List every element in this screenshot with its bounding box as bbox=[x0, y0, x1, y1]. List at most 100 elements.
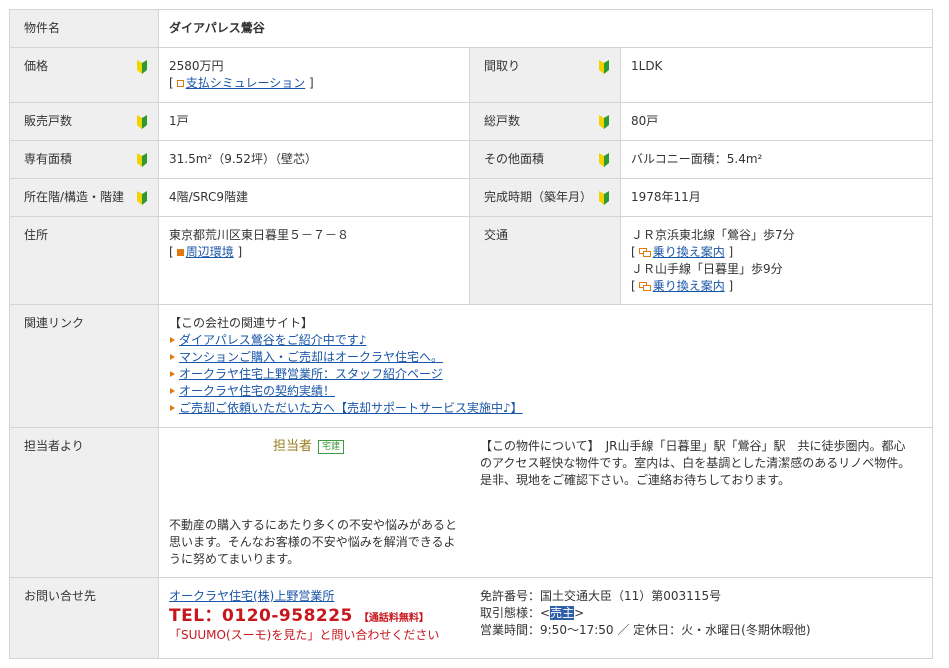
transport-line-2: ＪＲ山手線「日暮里」歩9分 bbox=[631, 262, 783, 276]
deal-type: 取引態様：<売主> bbox=[480, 605, 920, 622]
related-links-list: ダイアパレス鶯谷をご紹介中です♪ マンションご購入・ご売却はオークラヤ住宅へ。 … bbox=[169, 332, 932, 417]
label-cell: 関連リンク bbox=[9, 304, 159, 428]
price-value: 2580万円 bbox=[169, 59, 224, 73]
label-cell: 担当者より bbox=[9, 427, 159, 578]
value-cell: 80戸 bbox=[619, 102, 934, 141]
row-area: 専有面積 31.5m²（9.52坪）（壁芯） その他面積 バルコニー面積：5.4… bbox=[9, 140, 934, 179]
beginner-mark-icon[interactable] bbox=[598, 60, 610, 74]
label-cell: 価格 bbox=[9, 47, 159, 103]
row-staff: 担当者より 担当者 宅建 不動産の購入するにあたり多くの不安や悩みがあると思います… bbox=[9, 427, 934, 578]
row-units: 販売戸数 1戸 総戸数 80戸 bbox=[9, 102, 934, 141]
list-item: ダイアパレス鶯谷をご紹介中です♪ bbox=[169, 332, 932, 349]
bracket-open: [ bbox=[631, 279, 636, 293]
value-cell: 4階/SRC9階建 bbox=[158, 178, 470, 217]
row-links: 関連リンク 【この会社の関連サイト】 ダイアパレス鶯谷をご紹介中です♪ マンショ… bbox=[9, 304, 934, 428]
built-value: 1978年11月 bbox=[631, 190, 701, 204]
staff-message: 不動産の購入するにあたり多くの不安や悩みがあると思います。そんなお客様の不安や悩… bbox=[169, 518, 458, 566]
label-cell: 所在階/構造・階建 bbox=[9, 178, 159, 217]
related-link-4[interactable]: オークラヤ住宅の契約実績！ bbox=[179, 384, 335, 398]
list-item: オークラヤ住宅の契約実績！ bbox=[169, 383, 932, 400]
value-cell: ＪＲ京浜東北線「鶯谷」歩7分 [ 乗り換え案内 ] ＪＲ山手線「日暮里」歩9分 [… bbox=[619, 216, 934, 305]
bracket-close: ] bbox=[728, 279, 734, 293]
label-cell: 総戸数 bbox=[469, 102, 621, 141]
row-address: 住所 東京都荒川区東日暮里５－７－８ [ 周辺環境 ] 交通 ＪＲ京浜東北線「鶯谷… bbox=[9, 216, 934, 305]
list-item: オークラヤ住宅上野営業所：スタッフ紹介ページ bbox=[169, 366, 932, 383]
transport-line-1: ＪＲ京浜東北線「鶯谷」歩7分 bbox=[631, 228, 795, 242]
label-cell: 間取り bbox=[469, 47, 621, 103]
surroundings-link[interactable]: 周辺環境 bbox=[186, 245, 234, 259]
label-cell: 住所 bbox=[9, 216, 159, 305]
label-cell: 交通 bbox=[469, 216, 621, 305]
related-link-3[interactable]: オークラヤ住宅上野営業所：スタッフ紹介ページ bbox=[179, 367, 443, 381]
tel-number[interactable]: TEL：0120-958225 bbox=[169, 606, 353, 626]
property-spec-table: 物件名 ダイアパレス鶯谷 価格 2580万円 [ 支払シミュレーション ] 間取り… bbox=[9, 9, 934, 659]
deal-type-suffix: > bbox=[574, 606, 585, 620]
value-cell: 1LDK bbox=[619, 47, 934, 103]
value-cell: 1978年11月 bbox=[619, 178, 934, 217]
address-label: 住所 bbox=[24, 228, 49, 242]
value-cell: バルコニー面積：5.4m² bbox=[619, 140, 934, 179]
transfer-guide-link-1[interactable]: 乗り換え案内 bbox=[653, 245, 725, 259]
payment-simulation-link[interactable]: 支払シミュレーション bbox=[186, 76, 306, 90]
row-floor: 所在階/構造・階建 4階/SRC9階建 完成時期（築年月） 1978年11月 bbox=[9, 178, 934, 217]
name-label: 物件名 bbox=[24, 21, 61, 35]
license-badge: 宅建 bbox=[318, 440, 345, 454]
beginner-mark-icon[interactable] bbox=[598, 115, 610, 129]
units-sale-value: 1戸 bbox=[169, 114, 189, 128]
transfer-icon bbox=[638, 248, 651, 257]
suumo-note: 「SUUMO(スーモ)を見た」と問い合わせください bbox=[169, 628, 440, 642]
area-value: 31.5m²（9.52坪）（壁芯） bbox=[169, 152, 317, 166]
property-comment: 【この物件について】 JR山手線「日暮里」駅「鶯谷」駅 共に徒歩圏内。都心のアク… bbox=[480, 439, 911, 487]
links-label: 関連リンク bbox=[24, 316, 85, 330]
beginner-mark-icon[interactable] bbox=[136, 115, 148, 129]
beginner-mark-icon[interactable] bbox=[136, 60, 148, 74]
related-link-2[interactable]: マンションご購入・ご売却はオークラヤ住宅へ。 bbox=[179, 350, 443, 364]
value-cell: 1戸 bbox=[158, 102, 470, 141]
related-link-1[interactable]: ダイアパレス鶯谷をご紹介中です♪ bbox=[179, 333, 366, 347]
related-link-5[interactable]: ご売却ご依頼いただいた方へ【売却サポートサービス実施中♪】 bbox=[179, 401, 523, 415]
label-cell: その他面積 bbox=[469, 140, 621, 179]
business-hours: 営業時間：9:50～17:50 ／ 定休日：火・水曜日(冬期休暇他) bbox=[480, 623, 811, 637]
contact-label: お問い合せ先 bbox=[24, 589, 97, 603]
beginner-mark-icon[interactable] bbox=[598, 191, 610, 205]
deal-type-label: 取引態様：< bbox=[480, 606, 551, 620]
transfer-guide-link-2[interactable]: 乗り換え案内 bbox=[653, 279, 725, 293]
value-cell: ダイアパレス鶯谷 bbox=[157, 9, 934, 48]
label-cell: 専有面積 bbox=[9, 140, 159, 179]
value-cell: 【この会社の関連サイト】 ダイアパレス鶯谷をご紹介中です♪ マンションご購入・ご… bbox=[157, 304, 934, 428]
label-cell: お問い合せ先 bbox=[9, 577, 159, 659]
transfer-icon bbox=[638, 282, 651, 291]
beginner-mark-icon[interactable] bbox=[136, 191, 148, 205]
label-cell: 完成時期（築年月） bbox=[469, 178, 621, 217]
value-cell: 31.5m²（9.52坪）（壁芯） bbox=[158, 140, 470, 179]
company-link[interactable]: オークラヤ住宅(株)上野営業所 bbox=[169, 589, 334, 603]
value-cell: 担当者 宅建 不動産の購入するにあたり多くの不安や悩みがあると思います。そんなお客… bbox=[157, 427, 934, 578]
links-heading: 【この会社の関連サイト】 bbox=[169, 316, 314, 330]
staff-title: 担当者 bbox=[273, 439, 313, 454]
map-square-icon bbox=[176, 249, 184, 256]
value-cell: 2580万円 [ 支払シミュレーション ] bbox=[158, 47, 470, 103]
beginner-mark-icon[interactable] bbox=[598, 153, 610, 167]
bracket-open: [ bbox=[169, 76, 174, 90]
beginner-mark-icon[interactable] bbox=[136, 153, 148, 167]
row-price: 価格 2580万円 [ 支払シミュレーション ] 間取り 1LDK bbox=[9, 47, 934, 103]
square-icon bbox=[176, 80, 184, 87]
deal-type-value: 売主 bbox=[550, 606, 575, 620]
label-cell: 物件名 bbox=[9, 9, 159, 48]
list-item: マンションご購入・ご売却はオークラヤ住宅へ。 bbox=[169, 349, 932, 366]
bracket-close: ] bbox=[728, 245, 734, 259]
other-area-value: バルコニー面積：5.4m² bbox=[631, 152, 763, 166]
address-value: 東京都荒川区東日暮里５－７－８ bbox=[169, 228, 350, 242]
floor-value: 4階/SRC9階建 bbox=[169, 190, 249, 204]
license-number: 免許番号：国土交通大臣（11）第003115号 bbox=[480, 589, 722, 603]
bracket-open: [ bbox=[169, 245, 174, 259]
bracket-open: [ bbox=[631, 245, 636, 259]
value-cell: 東京都荒川区東日暮里５－７－８ [周辺環境 ] bbox=[158, 216, 470, 305]
label-cell: 販売戸数 bbox=[9, 102, 159, 141]
units-total-value: 80戸 bbox=[631, 114, 659, 128]
list-item: ご売却ご依頼いただいた方へ【売却サポートサービス実施中♪】 bbox=[169, 400, 932, 417]
transport-label: 交通 bbox=[484, 228, 509, 242]
row-name: 物件名 ダイアパレス鶯谷 bbox=[9, 9, 934, 48]
layout-value: 1LDK bbox=[631, 59, 663, 73]
bracket-close: ] bbox=[309, 76, 314, 90]
